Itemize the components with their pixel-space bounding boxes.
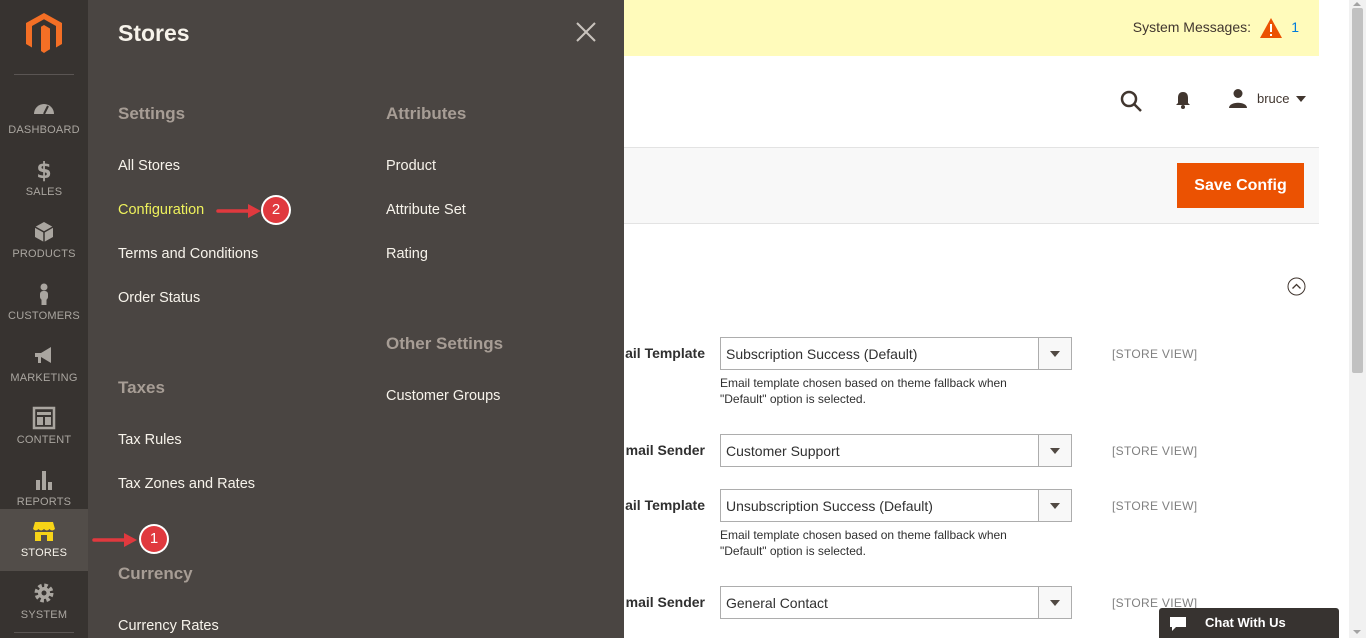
system-messages-bar: System Messages: 1 xyxy=(624,0,1319,56)
chat-label: Chat With Us xyxy=(1205,615,1286,630)
nav-item-sales[interactable]: $ SALES xyxy=(0,148,88,210)
subscription-template-select[interactable]: Subscription Success (Default) xyxy=(720,337,1072,370)
annotation-step-2-badge: 2 xyxy=(263,197,289,223)
menu-link-configuration[interactable]: Configuration xyxy=(118,202,204,218)
menu-link-tax-zones-and-rates[interactable]: Tax Zones and Rates xyxy=(118,476,255,492)
close-icon[interactable] xyxy=(574,20,598,44)
panel-title: Stores xyxy=(118,20,190,46)
nav-item-customers[interactable]: CUSTOMERS xyxy=(0,272,88,334)
nav-item-label: PRODUCTS xyxy=(12,248,76,260)
user-icon[interactable] xyxy=(1228,88,1248,108)
annotation-step-1-badge: 1 xyxy=(141,526,167,552)
magento-logo[interactable] xyxy=(24,12,64,54)
nav-item-label: CONTENT xyxy=(16,434,72,446)
menu-link-terms-and-conditions[interactable]: Terms and Conditions xyxy=(118,246,258,262)
annotation-arrow-icon xyxy=(216,204,261,218)
select-value: General Contact xyxy=(726,595,828,611)
field-note: Email template chosen based on theme fal… xyxy=(720,376,1007,406)
nav-item-stores[interactable]: STORES xyxy=(0,509,88,571)
nav-item-dashboard[interactable]: DASHBOARD xyxy=(0,86,88,148)
cube-icon xyxy=(34,222,54,242)
scroll-down-arrow-icon[interactable] xyxy=(1353,630,1361,634)
chevron-down-icon[interactable] xyxy=(1296,96,1306,102)
scope-label: [STORE VIEW] xyxy=(1112,499,1198,513)
nav-divider xyxy=(14,74,74,75)
field-label-email-sender: mail Sender xyxy=(625,442,705,458)
system-messages-label[interactable]: System Messages: xyxy=(1133,19,1251,35)
warning-icon[interactable] xyxy=(1259,17,1283,39)
nav-item-label: SYSTEM xyxy=(20,609,68,621)
collapse-section-icon[interactable] xyxy=(1287,277,1306,296)
field-note: Email template chosen based on theme fal… xyxy=(720,528,1007,558)
menu-link-product[interactable]: Product xyxy=(386,158,436,174)
chat-widget-button[interactable]: Chat With Us xyxy=(1159,608,1339,638)
dropdown-arrow-icon[interactable] xyxy=(1038,587,1071,618)
select-value: Customer Support xyxy=(726,443,840,459)
dashboard-icon xyxy=(34,104,54,115)
annotation-arrow-icon xyxy=(92,533,137,547)
subscription-sender-select[interactable]: Customer Support xyxy=(720,434,1072,467)
menu-link-all-stores[interactable]: All Stores xyxy=(118,158,180,174)
layout-icon xyxy=(32,406,56,430)
dropdown-arrow-icon[interactable] xyxy=(1038,338,1071,369)
chat-bubble-icon xyxy=(1170,617,1186,631)
save-config-button[interactable]: Save Config xyxy=(1177,163,1304,208)
nav-item-system[interactable]: SYSTEM xyxy=(0,571,88,633)
bell-icon[interactable] xyxy=(1173,90,1193,110)
menu-link-order-status[interactable]: Order Status xyxy=(118,290,200,306)
scope-label: [STORE VIEW] xyxy=(1112,347,1198,361)
nav-item-label: STORES xyxy=(20,547,68,559)
dropdown-arrow-icon[interactable] xyxy=(1038,490,1071,521)
select-value: Unsubscription Success (Default) xyxy=(726,498,933,514)
nav-item-products[interactable]: PRODUCTS xyxy=(0,210,88,272)
nav-item-label: MARKETING xyxy=(10,372,78,384)
scroll-up-arrow-icon[interactable] xyxy=(1353,2,1361,6)
select-value: Subscription Success (Default) xyxy=(726,346,918,362)
nav-item-marketing[interactable]: MARKETING xyxy=(0,334,88,396)
unsubscription-template-select[interactable]: Unsubscription Success (Default) xyxy=(720,489,1072,522)
store-icon xyxy=(33,522,55,541)
system-messages-count[interactable]: 1 xyxy=(1291,19,1299,35)
field-label-email-sender: mail Sender xyxy=(625,594,705,610)
group-heading-attributes: Attributes xyxy=(386,104,467,123)
dollar-icon: $ xyxy=(36,159,51,182)
scope-label: [STORE VIEW] xyxy=(1112,444,1198,458)
group-heading-settings: Settings xyxy=(118,104,186,123)
group-heading-currency: Currency xyxy=(118,564,193,583)
dropdown-arrow-icon[interactable] xyxy=(1038,435,1071,466)
user-menu-name[interactable]: bruce xyxy=(1257,91,1290,106)
gear-icon xyxy=(34,583,54,603)
nav-item-label: DASHBOARD xyxy=(8,124,80,136)
stores-menu-panel: Stores Settings All Stores Configuration… xyxy=(88,0,624,638)
unsubscription-sender-select[interactable]: General Contact xyxy=(720,586,1072,619)
nav-item-label: REPORTS xyxy=(16,496,72,508)
nav-divider xyxy=(14,632,74,633)
group-heading-taxes: Taxes xyxy=(118,378,165,397)
megaphone-icon xyxy=(35,347,51,363)
menu-link-rating[interactable]: Rating xyxy=(386,246,428,262)
nav-item-content[interactable]: CONTENT xyxy=(0,396,88,458)
field-label-email-template: ail Template xyxy=(625,345,705,361)
field-label-email-template: ail Template xyxy=(625,497,705,513)
menu-link-customer-groups[interactable]: Customer Groups xyxy=(386,388,500,404)
menu-link-currency-rates[interactable]: Currency Rates xyxy=(118,618,219,634)
scrollbar-thumb[interactable] xyxy=(1352,8,1363,373)
svg-text:$: $ xyxy=(36,159,51,182)
person-icon xyxy=(40,283,48,305)
nav-item-label: SALES xyxy=(25,186,63,198)
admin-sidebar: DASHBOARD $ SALES PRODUCTS CUSTOMERS MAR… xyxy=(0,0,88,638)
group-heading-other-settings: Other Settings xyxy=(386,334,504,353)
nav-item-label: CUSTOMERS xyxy=(8,310,80,322)
search-icon[interactable] xyxy=(1119,89,1143,113)
bar-chart-icon xyxy=(36,471,52,490)
menu-link-tax-rules[interactable]: Tax Rules xyxy=(118,432,182,448)
menu-link-attribute-set[interactable]: Attribute Set xyxy=(386,202,466,218)
